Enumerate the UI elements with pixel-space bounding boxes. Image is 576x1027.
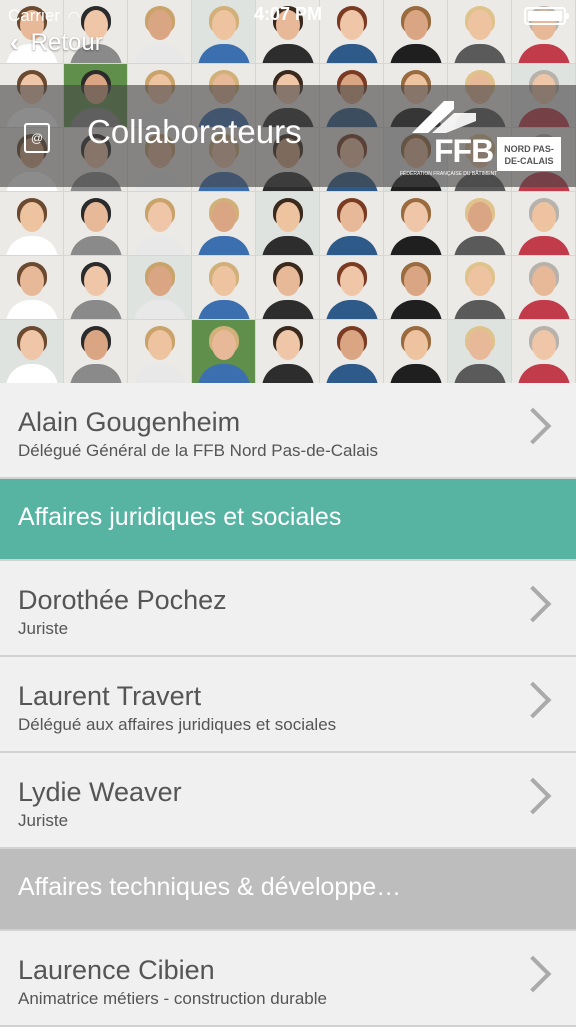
- title-bar: @ Collaborateurs FFB FÉDÉRATION FRANÇAIS…: [0, 85, 576, 187]
- section-label: Affaires juridiques et sociales: [18, 503, 342, 531]
- ffb-logo: FFB FÉDÉRATION FRANÇAISE DU BÂTIMENT NOR…: [396, 99, 566, 179]
- staff-portrait: [320, 192, 384, 256]
- staff-portrait: [384, 192, 448, 256]
- staff-portrait: [512, 320, 576, 383]
- contact-list: Alain Gougenheim Délégué Général de la F…: [0, 383, 576, 1027]
- address-book-icon: @: [24, 123, 50, 153]
- contact-name: Dorothée Pochez: [18, 585, 227, 615]
- chevron-right-icon: [514, 407, 552, 445]
- staff-portrait: [192, 256, 256, 320]
- staff-portrait: [128, 192, 192, 256]
- staff-portrait: [512, 192, 576, 256]
- contact-role: Juriste: [18, 619, 69, 638]
- contact-row[interactable]: Dorothée Pochez Juriste: [0, 561, 576, 657]
- logo-brand: FFB: [434, 133, 494, 169]
- staff-portrait: [448, 256, 512, 320]
- staff-portrait: [64, 192, 128, 256]
- contact-role: Animatrice métiers - construction durabl…: [18, 989, 327, 1008]
- back-label: Retour: [30, 28, 103, 56]
- section-header-technique[interactable]: Affaires techniques & développe…: [0, 849, 576, 931]
- section-header-juridique[interactable]: Affaires juridiques et sociales: [0, 479, 576, 561]
- section-label: Affaires techniques & développe…: [18, 873, 402, 901]
- contact-name: Alain Gougenheim: [18, 407, 241, 437]
- staff-portrait: [384, 320, 448, 383]
- staff-portrait: [448, 320, 512, 383]
- staff-portrait: [64, 320, 128, 383]
- staff-portrait: [0, 192, 64, 256]
- status-bar: Carrier ◠ 4:07 PM: [0, 0, 576, 30]
- back-button[interactable]: ‹ Retour: [10, 27, 103, 58]
- staff-portrait: [256, 256, 320, 320]
- contact-row[interactable]: Laurence Cibien Animatrice métiers - con…: [0, 931, 576, 1027]
- staff-portrait: [192, 192, 256, 256]
- staff-portrait: [0, 320, 64, 383]
- chevron-right-icon: [514, 777, 552, 815]
- contact-name: Laurence Cibien: [18, 955, 215, 985]
- battery-icon: [524, 7, 569, 25]
- contact-row[interactable]: Laurent Travert Délégué aux affaires jur…: [0, 657, 576, 753]
- contact-role: Juriste: [18, 811, 69, 830]
- staff-portrait: [128, 256, 192, 320]
- logo-subtitle: FÉDÉRATION FRANÇAISE DU BÂTIMENT: [400, 171, 498, 177]
- staff-portrait: [320, 320, 384, 383]
- chevron-left-icon: ‹: [10, 27, 19, 57]
- staff-portrait: [320, 256, 384, 320]
- staff-portrait: [384, 256, 448, 320]
- contact-name: Laurent Travert: [18, 681, 202, 711]
- chevron-right-icon: [514, 955, 552, 993]
- staff-portrait: [448, 192, 512, 256]
- chevron-right-icon: [514, 585, 552, 623]
- contact-role: Délégué Général de la FFB Nord Pas-de-Ca…: [18, 441, 379, 460]
- staff-portrait: [0, 256, 64, 320]
- staff-portrait: [64, 256, 128, 320]
- status-time: 4:07 PM: [253, 4, 323, 24]
- staff-portrait: [256, 320, 320, 383]
- staff-portrait: [256, 192, 320, 256]
- staff-portrait: [128, 320, 192, 383]
- logo-region: NORD PAS-DE-CALAIS: [497, 137, 561, 171]
- staff-portrait: [512, 256, 576, 320]
- contact-name: Lydie Weaver: [18, 777, 182, 807]
- roof-logo-icon: [412, 101, 476, 133]
- contact-row[interactable]: Lydie Weaver Juriste: [0, 753, 576, 849]
- contact-role: Délégué aux affaires juridiques et socia…: [18, 715, 337, 734]
- page-title: Collaborateurs: [87, 113, 302, 150]
- chevron-right-icon: [514, 681, 552, 719]
- contact-row[interactable]: Alain Gougenheim Délégué Général de la F…: [0, 383, 576, 479]
- staff-portrait: [192, 320, 256, 383]
